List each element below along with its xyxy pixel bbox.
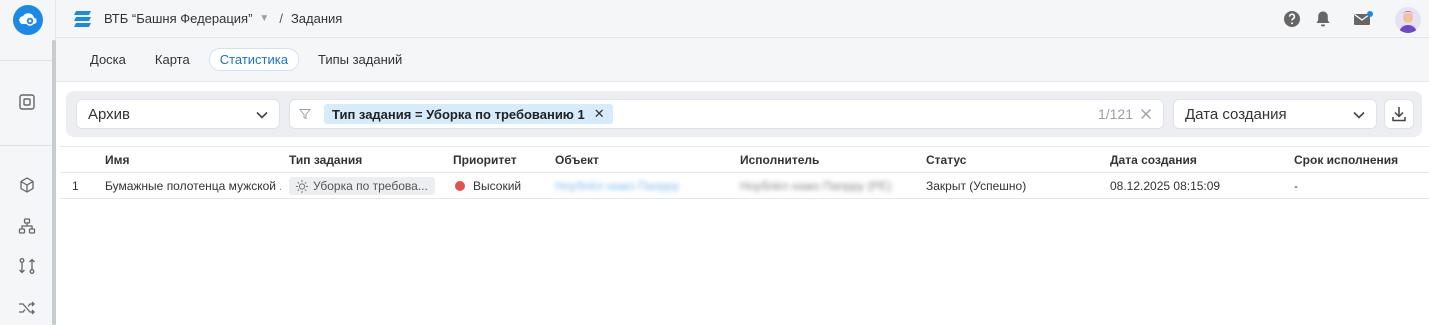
row-created: 08.12.2025 08:15:09 <box>1110 178 1221 193</box>
filter-chip-label: Тип задания = Уборка по требованию 1 <box>332 106 585 122</box>
tab-map[interactable]: Карта <box>145 49 200 70</box>
project-logo-icon <box>73 10 93 28</box>
sort-select[interactable]: Дата создания <box>1173 99 1377 129</box>
download-button[interactable] <box>1384 99 1414 129</box>
filter-chip[interactable]: Тип задания = Уборка по требованию 1 ✕ <box>324 104 613 124</box>
tab-statistics[interactable]: Статистика <box>208 48 299 71</box>
col-type[interactable]: Тип задания <box>289 147 362 172</box>
chevron-down-icon[interactable]: ▼ <box>259 13 269 24</box>
bell-icon[interactable] <box>1313 9 1333 29</box>
table-header: Имя Тип задания Приоритет Объект Исполни… <box>60 146 1429 173</box>
row-object-link[interactable]: Ноублёл нажо Папрру <box>555 173 679 198</box>
help-icon[interactable] <box>1282 9 1302 29</box>
chevron-down-icon <box>1353 111 1365 119</box>
breadcrumb-project[interactable]: ВТБ “Башня Федерация” <box>104 11 252 26</box>
row-number: 1 <box>72 178 79 193</box>
chip-close-icon[interactable]: ✕ <box>594 106 605 122</box>
breadcrumb: ВТБ “Башня Федерация” ▼ / Задания <box>104 11 342 26</box>
row-priority: Высокий <box>455 173 521 198</box>
tab-board[interactable]: Доска <box>80 49 136 70</box>
row-executor: Ноублёл нажо Папрру (РЕ) <box>740 178 892 193</box>
archive-select[interactable]: Архив <box>76 99 280 129</box>
task-type-tag: Уборка по требова... <box>289 176 435 195</box>
mail-icon[interactable] <box>1352 9 1373 29</box>
cube-icon[interactable] <box>17 175 37 195</box>
tasks-table: Имя Тип задания Приоритет Объект Исполни… <box>60 146 1429 199</box>
avatar[interactable] <box>1395 7 1421 33</box>
app-logo-icon[interactable] <box>13 5 43 35</box>
left-rail <box>0 0 56 325</box>
row-status: Закрыт (Успешно) <box>926 178 1027 193</box>
breadcrumb-separator: / <box>279 11 283 26</box>
priority-label: Высокий <box>473 178 522 193</box>
table-row[interactable]: 1 Бумажные полотенца мужской ... Уборка … <box>60 173 1429 199</box>
archive-select-value: Архив <box>88 105 131 123</box>
chevron-down-icon <box>256 111 268 119</box>
clear-icon[interactable] <box>1139 107 1153 121</box>
filter-icon <box>299 109 311 120</box>
col-object[interactable]: Объект <box>555 147 599 172</box>
tab-bar: Доска Карта Статистика Типы заданий <box>56 38 1429 82</box>
shuffle-icon[interactable] <box>17 298 37 318</box>
tab-task-types[interactable]: Типы заданий <box>308 49 412 70</box>
col-status[interactable]: Статус <box>926 147 966 172</box>
dashboard-icon[interactable] <box>17 92 37 112</box>
download-icon <box>1392 107 1406 122</box>
git-compare-icon[interactable] <box>17 256 37 276</box>
breadcrumb-page: Задания <box>290 11 343 26</box>
task-type-label: Уборка по требова... <box>313 178 428 193</box>
cleaning-icon <box>296 179 308 193</box>
col-executor[interactable]: Исполнитель <box>740 147 819 172</box>
col-created[interactable]: Дата создания <box>1110 147 1197 172</box>
filter-count: 1/121 <box>1097 106 1133 122</box>
row-deadline: - <box>1294 178 1298 193</box>
top-header: ВТБ “Башня Федерация” ▼ / Задания <box>56 0 1429 38</box>
sort-select-value: Дата создания <box>1185 105 1287 123</box>
row-name[interactable]: Бумажные полотенца мужской ... <box>105 173 281 198</box>
col-priority[interactable]: Приоритет <box>453 147 517 172</box>
col-deadline[interactable]: Срок исполнения <box>1294 147 1398 172</box>
col-name[interactable]: Имя <box>105 147 130 172</box>
hierarchy-icon[interactable] <box>17 216 37 236</box>
row-type: Уборка по требова... <box>289 173 435 198</box>
filter-input[interactable]: Тип задания = Уборка по требованию 1 ✕ 1… <box>289 99 1164 129</box>
priority-dot <box>455 180 465 191</box>
rail-scrollbar[interactable] <box>52 40 56 325</box>
filter-toolbar: Архив Тип задания = Уборка по требованию… <box>66 91 1422 137</box>
